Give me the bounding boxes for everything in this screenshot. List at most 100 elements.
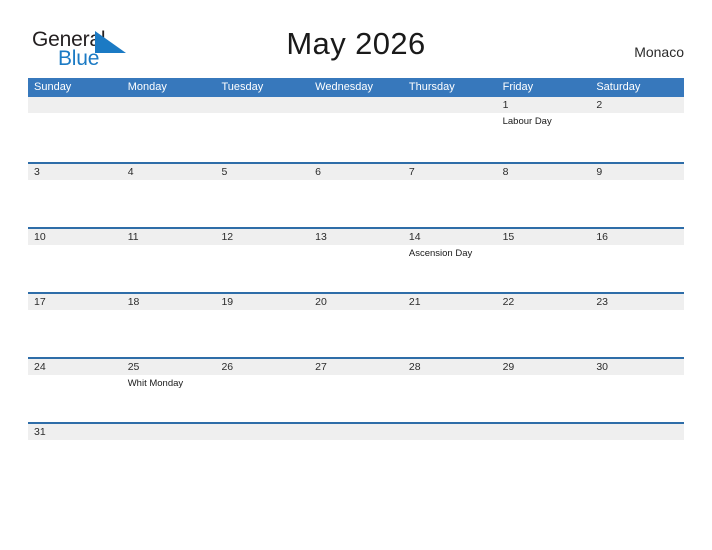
page-title: May 2026: [286, 26, 426, 61]
day-event: [28, 310, 122, 357]
page-header: General Blue May 2026 Monaco: [0, 0, 712, 78]
week-event-band: Labour Day: [28, 113, 684, 160]
day-event: [309, 180, 403, 227]
day-number[interactable]: 25: [122, 359, 216, 375]
day-event: [309, 375, 403, 422]
day-event: [215, 180, 309, 227]
day-number[interactable]: 23: [590, 294, 684, 310]
day-number[interactable]: 10: [28, 229, 122, 245]
day-number[interactable]: 3: [28, 164, 122, 180]
day-number[interactable]: [309, 97, 403, 113]
weekday-friday: Friday: [502, 81, 534, 93]
day-number[interactable]: 12: [215, 229, 309, 245]
day-number[interactable]: [28, 97, 122, 113]
day-number[interactable]: 26: [215, 359, 309, 375]
week-event-band: [28, 180, 684, 227]
day-number[interactable]: [122, 424, 216, 440]
day-number[interactable]: [590, 424, 684, 440]
day-event: [590, 113, 684, 160]
day-number[interactable]: 19: [215, 294, 309, 310]
day-event: [309, 245, 403, 292]
week-date-band: 10 11 12 13 14 15 16: [28, 229, 684, 245]
day-event: [28, 375, 122, 422]
day-number[interactable]: 11: [122, 229, 216, 245]
day-event: [122, 180, 216, 227]
day-event: [590, 310, 684, 357]
day-number[interactable]: 18: [122, 294, 216, 310]
week-date-band: 1 2: [28, 97, 684, 113]
weekday-thursday: Thursday: [408, 81, 455, 93]
day-event: [403, 180, 497, 227]
day-number[interactable]: 1: [497, 97, 591, 113]
day-number[interactable]: 20: [309, 294, 403, 310]
day-number[interactable]: 9: [590, 164, 684, 180]
day-number[interactable]: [215, 424, 309, 440]
day-event: [497, 310, 591, 357]
day-number[interactable]: 31: [28, 424, 122, 440]
day-number[interactable]: [122, 97, 216, 113]
day-event: [28, 180, 122, 227]
weekday-monday: Monday: [127, 81, 167, 93]
weekday-wednesday: Wednesday: [315, 81, 374, 93]
weekday-tuesday: Tuesday: [221, 81, 264, 93]
week-event-band: Whit Monday: [28, 375, 684, 422]
day-number[interactable]: 30: [590, 359, 684, 375]
day-number[interactable]: 24: [28, 359, 122, 375]
day-event: Ascension Day: [408, 248, 473, 259]
day-number[interactable]: [403, 424, 497, 440]
day-event: [28, 113, 122, 160]
day-event: [215, 245, 309, 292]
day-event: [590, 375, 684, 422]
day-event: [403, 113, 497, 160]
day-number[interactable]: 7: [403, 164, 497, 180]
day-number[interactable]: 14: [403, 229, 497, 245]
day-number[interactable]: 21: [403, 294, 497, 310]
calendar-week-row: 1 2 Labour Day: [28, 97, 684, 162]
week-date-band: 24 25 26 27 28 29 30: [28, 359, 684, 375]
calendar-week-row: 10 11 12 13 14 15 16 Ascension Day: [28, 227, 684, 292]
day-event: [122, 113, 216, 160]
day-number[interactable]: 28: [403, 359, 497, 375]
calendar-page: General Blue May 2026 Monaco Sunday Mond…: [0, 0, 712, 550]
week-event-band: Ascension Day: [28, 245, 684, 292]
day-number[interactable]: [403, 97, 497, 113]
day-number[interactable]: 16: [590, 229, 684, 245]
day-number[interactable]: 2: [590, 97, 684, 113]
day-number[interactable]: 4: [122, 164, 216, 180]
week-date-band: 3 4 5 6 7 8 9: [28, 164, 684, 180]
day-number[interactable]: 17: [28, 294, 122, 310]
day-event: [215, 310, 309, 357]
calendar-week-row: 31: [28, 422, 684, 440]
weekday-header-row: Sunday Monday Tuesday Wednesday Thursday…: [28, 78, 684, 97]
day-event: Labour Day: [502, 116, 552, 127]
day-number[interactable]: [215, 97, 309, 113]
week-date-band: 17 18 19 20 21 22 23: [28, 294, 684, 310]
calendar-grid: Sunday Monday Tuesday Wednesday Thursday…: [28, 78, 684, 440]
day-event: [497, 375, 591, 422]
day-number[interactable]: 29: [497, 359, 591, 375]
day-event: [215, 113, 309, 160]
day-event: [309, 310, 403, 357]
calendar-week-row: 24 25 26 27 28 29 30 Whit Monday: [28, 357, 684, 422]
day-event: [590, 180, 684, 227]
day-number[interactable]: 5: [215, 164, 309, 180]
country-label: Monaco: [634, 44, 684, 60]
day-event: [28, 245, 122, 292]
day-number[interactable]: 8: [497, 164, 591, 180]
weekday-sunday: Sunday: [34, 81, 72, 93]
week-event-band: [28, 310, 684, 357]
day-number[interactable]: 6: [309, 164, 403, 180]
day-number[interactable]: 22: [497, 294, 591, 310]
day-event: [215, 375, 309, 422]
day-event: [122, 245, 216, 292]
day-number[interactable]: 15: [497, 229, 591, 245]
day-event: [403, 310, 497, 357]
weekday-saturday: Saturday: [596, 81, 641, 93]
day-event: Whit Monday: [127, 378, 184, 389]
week-date-band: 31: [28, 424, 684, 440]
day-number[interactable]: 27: [309, 359, 403, 375]
day-number[interactable]: [309, 424, 403, 440]
day-number[interactable]: 13: [309, 229, 403, 245]
calendar-week-row: 17 18 19 20 21 22 23: [28, 292, 684, 357]
day-number[interactable]: [497, 424, 591, 440]
